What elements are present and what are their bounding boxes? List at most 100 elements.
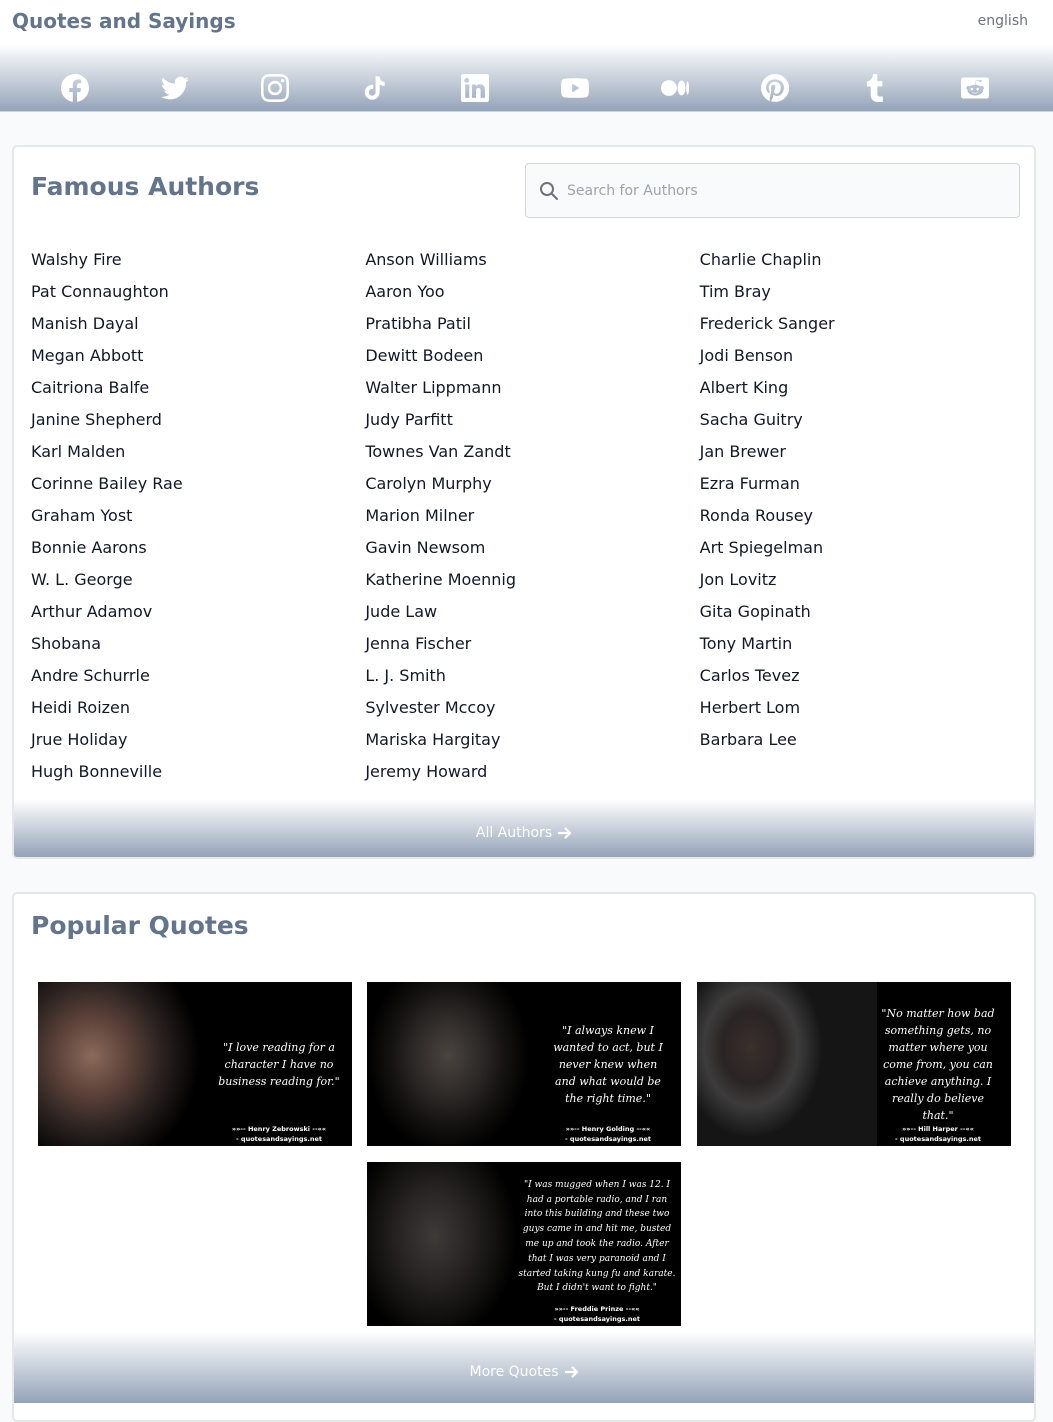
quote-author: »»-- Freddie Prinze --«« <box>554 1305 640 1313</box>
author-link[interactable]: Hugh Bonneville <box>31 756 365 788</box>
author-link[interactable]: Walshy Fire <box>31 244 365 276</box>
social-bar <box>25 70 1025 106</box>
author-link[interactable]: Anson Williams <box>365 244 699 276</box>
author-link[interactable]: Andre Schurrle <box>31 660 365 692</box>
quote-site: - quotesandsayings.net <box>235 1135 323 1143</box>
quotes-footer: More Quotes <box>14 1331 1034 1403</box>
author-link[interactable]: Tim Bray <box>700 276 1034 308</box>
pinterest-icon[interactable] <box>760 73 790 103</box>
site-title[interactable]: Quotes and Sayings <box>12 9 236 33</box>
author-link[interactable]: Pat Connaughton <box>31 276 365 308</box>
author-column-2: Anson Williams Aaron Yoo Pratibha Patil … <box>365 244 699 788</box>
author-link[interactable]: Tony Martin <box>700 628 1034 660</box>
author-search-input[interactable] <box>567 164 1019 217</box>
author-link[interactable]: Charlie Chaplin <box>700 244 1034 276</box>
author-column-3: Charlie Chaplin Tim Bray Frederick Sange… <box>700 244 1034 788</box>
twitter-icon[interactable] <box>160 73 190 103</box>
author-link[interactable]: Townes Van Zandt <box>365 436 699 468</box>
more-quotes-link[interactable]: More Quotes <box>469 1364 578 1380</box>
popular-quotes-card: Popular Quotes "I love reading for a cha… <box>12 892 1036 1422</box>
author-link[interactable]: Ronda Rousey <box>700 500 1034 532</box>
author-link[interactable]: Corinne Bailey Rae <box>31 468 365 500</box>
site-header: Quotes and Sayings english <box>0 0 1053 112</box>
tiktok-icon[interactable] <box>360 73 390 103</box>
facebook-icon[interactable] <box>60 73 90 103</box>
author-link[interactable]: Shobana <box>31 628 365 660</box>
author-link[interactable]: Bonnie Aarons <box>31 532 365 564</box>
author-link[interactable]: Carolyn Murphy <box>365 468 699 500</box>
author-photo <box>697 982 877 1146</box>
author-link[interactable]: Walter Lippmann <box>365 372 699 404</box>
author-link[interactable]: Judy Parfitt <box>365 404 699 436</box>
all-authors-link[interactable]: All Authors <box>476 825 572 841</box>
quote-site: - quotesandsayings.net <box>553 1315 641 1323</box>
author-search <box>525 163 1020 218</box>
author-link[interactable]: Art Spiegelman <box>700 532 1034 564</box>
author-link[interactable]: Pratibha Patil <box>365 308 699 340</box>
author-link[interactable]: Herbert Lom <box>700 692 1034 724</box>
author-link[interactable]: Sacha Guitry <box>700 404 1034 436</box>
quote-image[interactable]: "I was mugged when I was 12. I had a por… <box>367 1162 681 1326</box>
author-link[interactable]: Jan Brewer <box>700 436 1034 468</box>
author-link[interactable]: Jenna Fischer <box>365 628 699 660</box>
author-link[interactable]: Dewitt Bodeen <box>365 340 699 372</box>
author-link[interactable]: Arthur Adamov <box>31 596 365 628</box>
authors-footer: All Authors <box>14 799 1034 857</box>
youtube-icon[interactable] <box>560 73 590 103</box>
author-link[interactable]: Carlos Tevez <box>700 660 1034 692</box>
author-link[interactable]: Jude Law <box>365 596 699 628</box>
quote-text: "I always knew I wanted to act, but I ne… <box>553 1023 663 1105</box>
author-link[interactable]: Albert King <box>700 372 1034 404</box>
author-photo <box>38 982 218 1146</box>
more-quotes-label: More Quotes <box>469 1364 559 1380</box>
author-link[interactable]: Sylvester Mccoy <box>365 692 699 724</box>
quote-author: »»-- Henry Zebrowski --«« <box>231 1125 327 1133</box>
author-link[interactable]: Manish Dayal <box>31 308 365 340</box>
quote-author: »»-- Hill Harper --«« <box>902 1125 974 1133</box>
author-link[interactable]: Katherine Moennig <box>365 564 699 596</box>
quote-site: - quotesandsayings.net <box>894 1135 982 1143</box>
author-link[interactable]: Caitriona Balfe <box>31 372 365 404</box>
famous-authors-card: Famous Authors Walshy Fire Pat Connaught… <box>12 145 1036 859</box>
author-link[interactable]: Ezra Furman <box>700 468 1034 500</box>
author-link[interactable]: Heidi Roizen <box>31 692 365 724</box>
author-link[interactable]: Gavin Newsom <box>365 532 699 564</box>
famous-authors-title: Famous Authors <box>31 172 260 201</box>
author-link[interactable]: Mariska Hargitay <box>365 724 699 756</box>
author-link[interactable]: W. L. George <box>31 564 365 596</box>
quote-image[interactable]: "I always knew I wanted to act, but I ne… <box>367 982 681 1146</box>
author-link[interactable]: Gita Gopinath <box>700 596 1034 628</box>
author-link[interactable]: Jrue Holiday <box>31 724 365 756</box>
quote-text: "No matter how bad something gets, no ma… <box>881 1006 995 1122</box>
author-link[interactable]: Jon Lovitz <box>700 564 1034 596</box>
tumblr-icon[interactable] <box>860 73 890 103</box>
author-link[interactable]: Marion Milner <box>365 500 699 532</box>
search-icon <box>539 181 559 201</box>
author-link[interactable]: Graham Yost <box>31 500 365 532</box>
all-authors-label: All Authors <box>475 825 553 841</box>
instagram-icon[interactable] <box>260 73 290 103</box>
author-columns: Walshy Fire Pat Connaughton Manish Dayal… <box>31 244 1034 788</box>
author-link[interactable]: Janine Shepherd <box>31 404 365 436</box>
reddit-icon[interactable] <box>960 73 990 103</box>
author-link[interactable]: Barbara Lee <box>700 724 1034 756</box>
quote-image[interactable]: "I love reading for a character I have n… <box>38 982 352 1146</box>
author-link[interactable]: Jeremy Howard <box>365 756 699 788</box>
popular-quotes-title: Popular Quotes <box>31 911 249 940</box>
medium-icon[interactable] <box>660 73 690 103</box>
author-link[interactable]: Aaron Yoo <box>365 276 699 308</box>
linkedin-icon[interactable] <box>460 73 490 103</box>
arrow-right-icon <box>564 1366 578 1378</box>
author-link[interactable]: Frederick Sanger <box>700 308 1034 340</box>
author-link[interactable]: L. J. Smith <box>365 660 699 692</box>
quote-author: »»-- Henry Golding --«« <box>565 1125 651 1133</box>
author-photo <box>367 982 547 1146</box>
quote-text: "I was mugged when I was 12. I had a por… <box>518 1179 676 1294</box>
author-photo <box>367 1162 517 1326</box>
author-link[interactable]: Jodi Benson <box>700 340 1034 372</box>
language-selector[interactable]: english <box>978 13 1028 29</box>
author-link[interactable]: Megan Abbott <box>31 340 365 372</box>
author-link[interactable]: Karl Malden <box>31 436 365 468</box>
arrow-right-icon <box>558 827 572 839</box>
quote-image[interactable]: "No matter how bad something gets, no ma… <box>697 982 1011 1146</box>
